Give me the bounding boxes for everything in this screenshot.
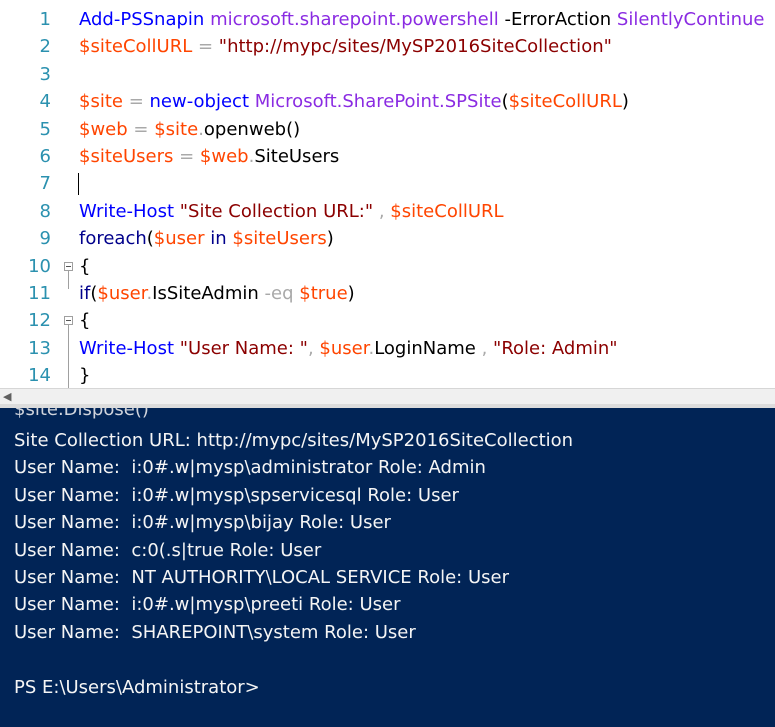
code-token: = (173, 146, 200, 167)
code-token: Add-PSSnapin (79, 9, 205, 30)
code-line[interactable]: } (79, 362, 90, 388)
line-number: 13 (28, 337, 51, 359)
code-token: Write-Host (79, 200, 175, 222)
code-token: "Site Collection URL:" (179, 200, 374, 222)
console-line: User Name: i:0#.w|mysp\administrator Rol… (14, 457, 486, 479)
scroll-left-icon[interactable]: ◀ (3, 390, 11, 403)
code-token: { (79, 255, 91, 277)
collapse-icon[interactable] (64, 316, 73, 326)
code-token: IsSiteAdmin (152, 283, 259, 304)
code-line[interactable]: if($user.IsSiteAdmin -eq $true) (79, 280, 355, 307)
line-number: 1 (39, 9, 51, 30)
code-token: ) (326, 228, 334, 250)
code-line[interactable]: Write-Host "User Name: ", $user.LoginNam… (79, 335, 618, 362)
code-token: $siteCollURL (79, 36, 193, 58)
line-number: 8 (39, 200, 51, 222)
line-number: 4 (39, 91, 51, 113)
code-token: , (475, 337, 494, 359)
fold-guide (68, 325, 69, 388)
code-token: in (204, 228, 233, 250)
console-pane[interactable]: $site.Dispose() Site Collection URL: htt… (0, 408, 775, 727)
code-token: $user (319, 337, 369, 359)
console-line: User Name: i:0#.w|mysp\bijay Role: User (14, 512, 391, 534)
code-token: , (373, 200, 391, 222)
code-line[interactable]: Add-PSSnapin microsoft.sharepoint.powers… (79, 6, 764, 33)
code-token: $site (154, 118, 199, 140)
line-number: 2 (39, 36, 51, 58)
code-token: LoginName (374, 337, 476, 359)
code-token: , (307, 337, 320, 359)
code-token: ( (146, 228, 154, 250)
collapse-icon[interactable] (64, 261, 73, 271)
line-number: 6 (39, 146, 51, 167)
line-number: 7 (39, 173, 51, 195)
code-token: ) (347, 283, 355, 304)
line-number: 11 (28, 283, 51, 304)
script-editor-pane[interactable]: 1 2 3 4 5 6 7 8 9 10 11 12 13 14 Add-PSSnapin microso… (0, 0, 775, 388)
code-token: $site (79, 91, 123, 113)
code-token: if (79, 283, 91, 304)
code-line[interactable]: foreach($user in $siteUsers) (79, 225, 334, 252)
code-token: = (192, 36, 219, 58)
line-number: 5 (39, 118, 51, 140)
code-token: { (79, 310, 91, 332)
code-token: "User Name: " (179, 337, 308, 359)
console-line: User Name: SHAREPOINT\system Role: User (14, 621, 416, 643)
line-number: 9 (39, 228, 51, 250)
code-line[interactable]: $siteUsers = $web.SiteUsers (79, 143, 339, 170)
line-number-gutter: 1 2 3 4 5 6 7 8 9 10 11 12 13 14 (0, 0, 62, 388)
code-token: -ErrorAction (498, 9, 617, 30)
code-token: = (122, 91, 150, 113)
code-token: Write-Host (79, 337, 175, 359)
code-line[interactable]: { (79, 307, 90, 334)
console-line: Site Collection URL: http://mypc/sites/M… (14, 430, 574, 451)
code-token: ) (621, 91, 629, 113)
code-line[interactable]: { (79, 253, 90, 280)
console-line: User Name: c:0(.s|true Role: User (14, 539, 322, 561)
code-line[interactable]: $siteCollURL = "http://mypc/sites/MySP20… (79, 33, 612, 60)
code-token: = (127, 118, 155, 140)
code-token: $user (153, 228, 205, 250)
horizontal-scrollbar[interactable]: ◀ (0, 388, 775, 404)
line-number: 3 (39, 63, 51, 85)
powershell-ise-window: 1 2 3 4 5 6 7 8 9 10 11 12 13 14 Add-PSSnapin microso… (0, 0, 775, 727)
code-token: $web (199, 146, 249, 167)
code-line[interactable]: Write-Host "Site Collection URL:" , $sit… (79, 198, 504, 225)
code-token: $true (299, 283, 348, 304)
line-number: 10 (28, 255, 51, 277)
code-token: $siteUsers (79, 146, 174, 167)
code-token: $siteCollURL (390, 200, 504, 222)
code-token: openweb() (203, 118, 301, 140)
code-token: Microsoft.SharePoint.SPSite (254, 91, 502, 113)
code-line[interactable]: $web = $site.openweb() (79, 116, 300, 143)
code-token: ( (501, 91, 509, 113)
code-token: $web (79, 118, 128, 140)
console-line: User Name: NT AUTHORITY\LOCAL SERVICE Ro… (14, 567, 509, 588)
console-line: User Name: i:0#.w|mysp\preeti Role: User (14, 594, 401, 616)
code-token: $user (97, 283, 147, 304)
code-token: } (79, 365, 91, 387)
console-prompt: PS E:\Users\Administrator> (14, 676, 260, 698)
code-token: -eq (258, 283, 300, 304)
line-number: 12 (28, 310, 51, 332)
code-token: "Role: Admin" (493, 337, 618, 359)
code-token: foreach (79, 228, 147, 250)
console-line-clipped: $site.Dispose() (14, 408, 149, 420)
code-token: SiteUsers (254, 146, 340, 167)
line-number: 14 (28, 365, 51, 387)
code-token: new-object (149, 91, 250, 113)
code-token: "http://mypc/sites/MySP2016SiteCollectio… (218, 36, 612, 58)
code-line[interactable]: $site = new-object Microsoft.SharePoint.… (79, 88, 629, 115)
code-token: SilentlyContinue (616, 9, 765, 30)
fold-guide (68, 270, 69, 289)
code-token: $siteCollURL (508, 91, 622, 113)
console-line: User Name: i:0#.w|mysp\spservicesql Role… (14, 484, 459, 506)
code-token: $siteUsers (232, 228, 327, 250)
text-caret (78, 173, 79, 196)
code-token: microsoft.sharepoint.powershell (210, 9, 499, 30)
